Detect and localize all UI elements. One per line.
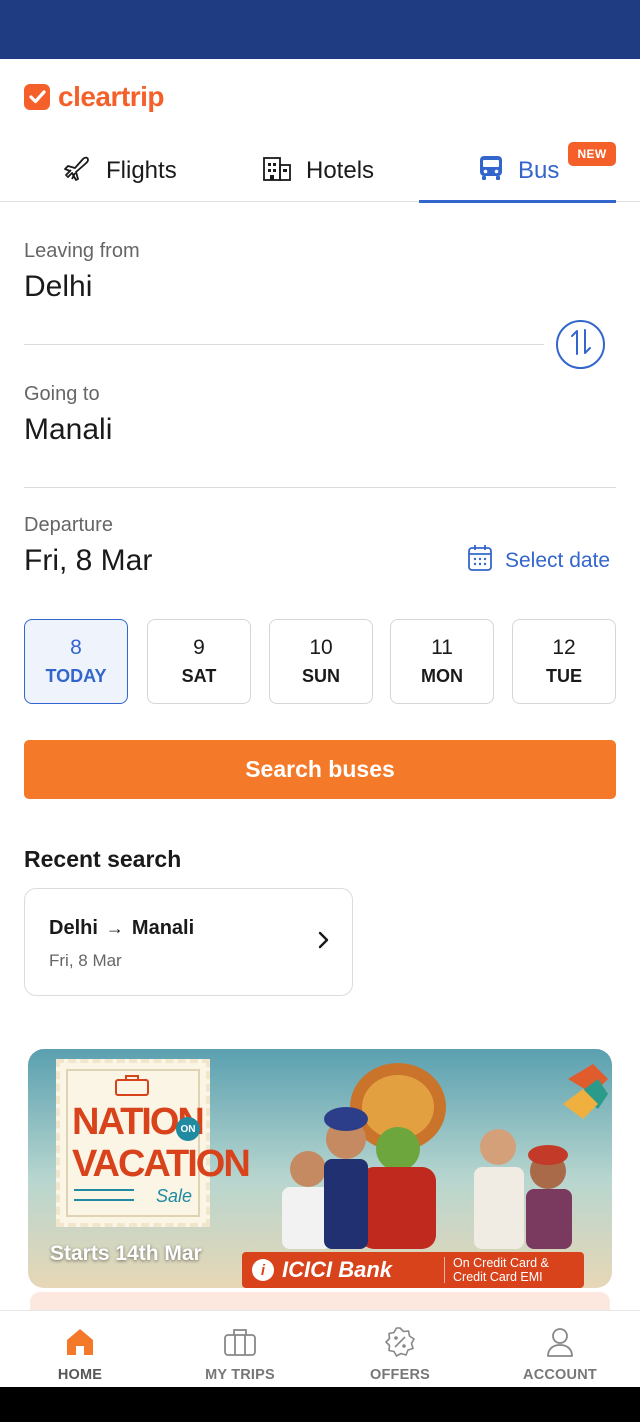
date-day: MON xyxy=(421,666,463,686)
bank-terms-line-2: Credit Card EMI xyxy=(453,1270,543,1284)
separator xyxy=(444,1257,445,1283)
stamp-sale: Sale xyxy=(155,1186,192,1206)
nav-label: HOME xyxy=(57,1367,103,1383)
departure-label: Departure xyxy=(24,514,113,536)
bank-terms: On Credit Card & Credit Card EMI xyxy=(453,1256,549,1284)
home-icon xyxy=(63,1325,97,1359)
divider xyxy=(24,487,616,488)
nav-label: ACCOUNT xyxy=(523,1367,597,1383)
nav-my-trips[interactable]: MY TRIPS xyxy=(160,1311,320,1388)
date-day: TODAY xyxy=(45,666,107,686)
chevron-right-icon xyxy=(318,931,330,954)
date-chip-tue[interactable]: 12 TUE xyxy=(512,619,616,704)
sale-start-text: Starts 14th Mar xyxy=(50,1242,202,1265)
bank-terms-line-1: On Credit Card & xyxy=(453,1256,549,1270)
going-to-field[interactable]: Manali xyxy=(24,413,112,447)
active-tab-indicator xyxy=(419,200,616,203)
building-icon xyxy=(262,153,292,190)
search-buses-button[interactable]: Search buses xyxy=(24,740,616,799)
plane-icon xyxy=(62,153,92,190)
going-to-label: Going to xyxy=(24,383,100,405)
route-arrow-icon: → xyxy=(105,918,124,938)
icici-logo-icon: i xyxy=(252,1259,274,1281)
date-number: 9 xyxy=(193,636,205,659)
briefcase-icon xyxy=(223,1325,257,1359)
recent-search-card[interactable]: Delhi → Manali Fri, 8 Mar xyxy=(24,888,353,996)
stamp-line-2: VACATION xyxy=(72,1143,251,1185)
departure-date-value[interactable]: Fri, 8 Mar xyxy=(24,544,152,578)
next-banner-peek xyxy=(30,1292,610,1310)
recent-date: Fri, 8 Mar xyxy=(49,951,122,970)
date-number: 8 xyxy=(70,636,82,659)
swap-cities-button[interactable] xyxy=(556,320,605,369)
status-bar xyxy=(0,0,640,59)
logo-check-icon xyxy=(24,84,50,110)
system-gesture-bar xyxy=(0,1387,640,1422)
date-chip-sun[interactable]: 10 SUN xyxy=(269,619,373,704)
calendar-icon xyxy=(467,544,493,578)
suitcase-icon xyxy=(114,1073,150,1102)
bottom-navigation: HOME MY TRIPS OFFERS ACCOUNT xyxy=(0,1310,640,1387)
select-date-button[interactable]: Select date xyxy=(467,544,611,578)
leaving-from-field[interactable]: Delhi xyxy=(24,270,92,304)
nav-account[interactable]: ACCOUNT xyxy=(480,1311,640,1388)
promo-banner[interactable]: NATION ON VACATION Sale Starts 14th Mar … xyxy=(28,1049,612,1288)
tab-label: Hotels xyxy=(306,157,375,184)
select-date-label: Select date xyxy=(505,549,611,572)
recent-to: Manali xyxy=(131,917,195,939)
bus-icon xyxy=(478,154,504,189)
bank-name: ICICI Bank xyxy=(282,1257,393,1282)
wave-decoration xyxy=(74,1189,134,1201)
nav-label: MY TRIPS xyxy=(205,1367,275,1383)
product-tabs: Flights Hotels Bus xyxy=(0,140,640,203)
nav-label: OFFERS xyxy=(369,1367,430,1383)
logo-text: cleartrip xyxy=(58,81,165,112)
tab-hotels[interactable]: Hotels xyxy=(262,140,374,202)
tab-label: Flights xyxy=(106,157,177,184)
date-day: TUE xyxy=(546,666,582,686)
recent-route: Delhi → Manali xyxy=(49,917,194,940)
tab-bus[interactable]: Bus xyxy=(478,140,559,202)
leaving-from-label: Leaving from xyxy=(24,240,140,262)
new-badge: NEW xyxy=(568,142,616,166)
date-chip-mon[interactable]: 11 MON xyxy=(390,619,494,704)
cleartrip-logo: cleartrip xyxy=(24,81,165,112)
divider xyxy=(24,344,544,345)
tab-flights[interactable]: Flights xyxy=(62,140,177,202)
nav-home[interactable]: HOME xyxy=(0,1311,160,1388)
recent-from: Delhi xyxy=(49,917,98,939)
celebrities-illustration xyxy=(282,1063,608,1249)
date-chip-sat[interactable]: 9 SAT xyxy=(147,619,251,704)
date-number: 11 xyxy=(431,636,453,659)
nav-offers[interactable]: OFFERS xyxy=(320,1311,480,1388)
date-day: SAT xyxy=(181,666,217,686)
date-chip-today[interactable]: 8 TODAY xyxy=(24,619,128,704)
swap-arrows-icon xyxy=(567,327,595,362)
date-day: SUN xyxy=(301,666,340,686)
recent-search-heading: Recent search xyxy=(24,846,182,872)
offer-badge-icon xyxy=(383,1325,417,1359)
date-number: 10 xyxy=(309,636,333,659)
user-icon xyxy=(543,1325,577,1359)
tab-label: Bus xyxy=(518,157,560,184)
date-number: 12 xyxy=(552,636,576,659)
stamp-on-badge: ON xyxy=(176,1117,200,1141)
icici-offer-strip: i ICICI Bank On Credit Card & Credit Car… xyxy=(242,1252,584,1288)
sale-stamp: NATION ON VACATION Sale xyxy=(56,1059,251,1227)
